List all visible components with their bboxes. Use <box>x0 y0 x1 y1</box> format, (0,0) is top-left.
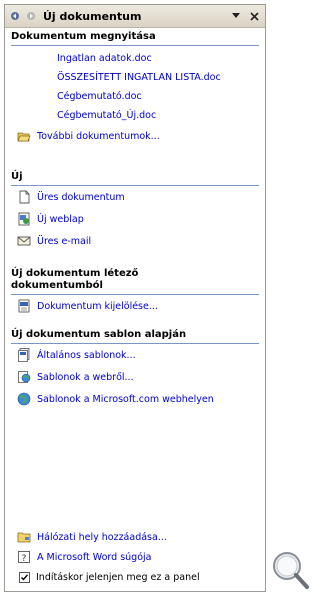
help-icon: ? <box>18 551 30 564</box>
recent-file-link[interactable]: ÖSSZESÍTETT INGATLAN LISTA.doc <box>5 68 265 87</box>
task-pane: Új dokumentum Dokumentum megnyitása Inga… <box>4 4 266 592</box>
section-heading-new: Új <box>11 170 259 186</box>
web-templates-link[interactable]: Sablonok a webről... <box>5 366 265 388</box>
more-documents-link[interactable]: További dokumentumok... <box>5 125 265 147</box>
back-arrow-icon[interactable] <box>9 10 21 22</box>
open-document-section: Dokumentum megnyitása Ingatlan adatok.do… <box>5 30 265 147</box>
task-pane-title: Új dokumentum <box>43 9 142 23</box>
show-at-startup-row[interactable]: Indításkor jelenjen meg ez a panel <box>5 567 265 587</box>
new-section: Új Üres dokumentum Új weblap Üres e-mail <box>5 170 265 252</box>
general-templates-link[interactable]: Általános sablonok... <box>5 344 265 366</box>
task-pane-footer: Hálózati hely hozzáadása... ? A Microsof… <box>5 527 265 587</box>
open-folder-icon <box>17 132 31 142</box>
close-icon[interactable] <box>247 9 261 23</box>
section-heading-existing: Új dokumentum létező dokumentumból <box>11 267 259 295</box>
from-existing-section: Új dokumentum létező dokumentumból Dokum… <box>5 267 265 317</box>
template-section: Új dokumentum sablon alapján Általános s… <box>5 328 265 410</box>
recent-file-link[interactable]: Cégbemutató.doc <box>5 87 265 106</box>
svg-text:?: ? <box>22 554 27 564</box>
blank-document-icon <box>19 190 30 204</box>
choose-document-icon <box>18 299 30 313</box>
section-heading-template: Új dokumentum sablon alapján <box>11 328 259 344</box>
show-at-startup-label: Indításkor jelenjen meg ez a panel <box>36 571 200 583</box>
add-network-place-link[interactable]: Hálózati hely hozzáadása... <box>5 527 265 547</box>
network-folder-icon <box>17 532 31 543</box>
recent-file-link[interactable]: Ingatlan adatok.doc <box>5 49 265 68</box>
forward-arrow-icon[interactable] <box>25 10 37 22</box>
dropdown-arrow-icon[interactable] <box>229 9 243 23</box>
word-help-link[interactable]: ? A Microsoft Word súgója <box>5 547 265 567</box>
blank-document-link[interactable]: Üres dokumentum <box>5 186 265 208</box>
checkmark-icon <box>21 573 29 581</box>
magnifier-icon <box>268 548 312 598</box>
blank-email-link[interactable]: Üres e-mail <box>5 230 265 252</box>
task-pane-titlebar: Új dokumentum <box>5 5 265 28</box>
web-templates-icon <box>18 371 31 383</box>
web-page-icon <box>18 212 30 226</box>
microsoft-templates-link[interactable]: Sablonok a Microsoft.com webhelyen <box>5 388 265 410</box>
choose-document-link[interactable]: Dokumentum kijelölése... <box>5 295 265 317</box>
globe-icon <box>17 392 31 406</box>
templates-icon <box>18 348 30 362</box>
more-documents-label: További dokumentumok... <box>37 130 160 142</box>
section-heading-open: Dokumentum megnyitása <box>11 30 259 46</box>
show-at-startup-checkbox[interactable] <box>19 571 30 583</box>
email-envelope-icon <box>17 236 31 246</box>
recent-file-link[interactable]: Cégbemutató_Új.doc <box>5 106 265 125</box>
new-web-page-link[interactable]: Új weblap <box>5 208 265 230</box>
